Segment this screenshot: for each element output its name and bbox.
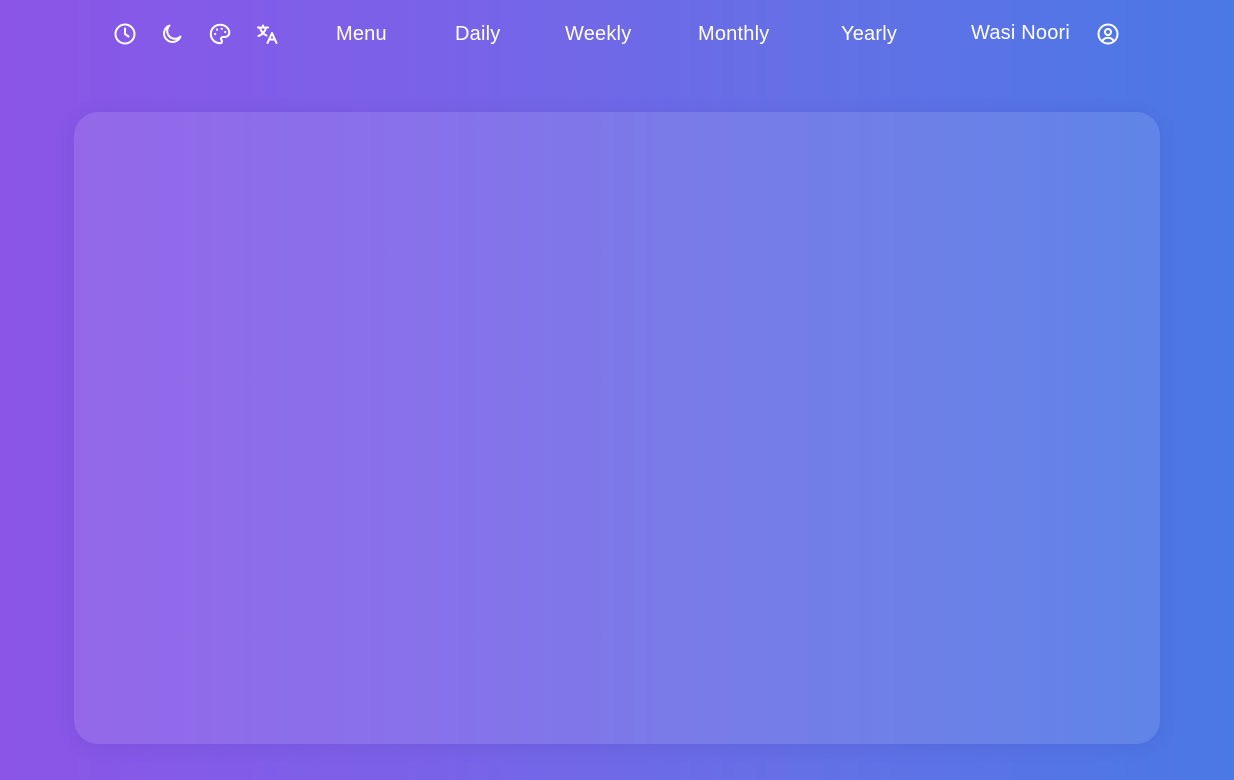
user-name: Wasi Noori	[971, 22, 1071, 44]
user-circle-icon[interactable]	[1094, 20, 1122, 48]
nav-daily[interactable]: Daily	[455, 22, 500, 46]
main-content-panel	[74, 112, 1160, 744]
nav-monthly[interactable]: Monthly	[698, 22, 769, 46]
top-bar: Menu Daily Weekly Monthly Yearly Wasi No…	[0, 0, 1234, 68]
translate-icon[interactable]	[253, 20, 281, 48]
nav-menu[interactable]: Menu	[336, 22, 387, 46]
nav-weekly[interactable]: Weekly	[565, 22, 631, 46]
moon-icon[interactable]	[158, 20, 186, 48]
clock-icon[interactable]	[111, 20, 139, 48]
palette-icon[interactable]	[206, 20, 234, 48]
nav-yearly[interactable]: Yearly	[841, 22, 897, 46]
